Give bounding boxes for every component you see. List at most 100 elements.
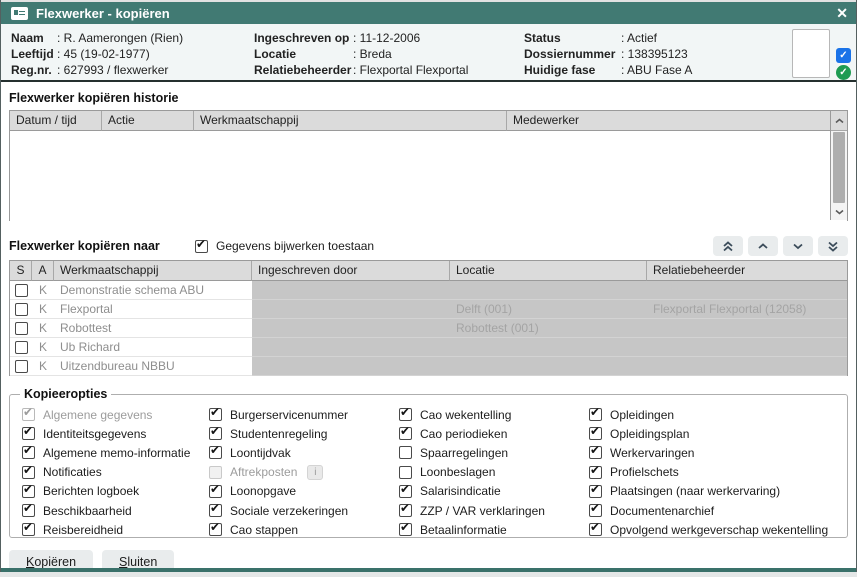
copy-to-toolbar: Flexwerker kopiëren naar Gegevens bijwer…	[9, 235, 848, 257]
row-relatiebeheerder: Flexportal Flexportal (12058)	[647, 300, 847, 319]
row-ingeschreven-door	[252, 357, 450, 376]
copy-to-table-header: S A Werkmaatschappij Ingeschreven door L…	[10, 261, 847, 281]
allow-update-checkbox[interactable]: Gegevens bijwerken toestaan	[195, 239, 374, 253]
option-notificaties[interactable]: Notificaties	[22, 463, 209, 482]
option-loonbeslagen[interactable]: Loonbeslagen	[399, 463, 589, 482]
field-label: Huidige fase	[524, 62, 621, 78]
option-reisbereidheid[interactable]: Reisbereidheid	[22, 520, 209, 539]
info-icon[interactable]: i	[307, 465, 323, 480]
checkbox-box	[22, 427, 35, 440]
option-salarisindicatie[interactable]: Salarisindicatie	[399, 482, 589, 501]
status-icons: ✓ ✓	[836, 48, 851, 80]
options-column-4: Opleidingen Opleidingsplan Werkervaringe…	[589, 405, 847, 539]
copy-options-legend: Kopieeropties	[20, 387, 111, 401]
option-werkervaringen[interactable]: Werkervaringen	[589, 443, 847, 462]
scroll-down-icon[interactable]	[831, 204, 847, 220]
dialog-body: Flexwerker kopiëren historie Datum / tij…	[1, 82, 856, 568]
header-column-3: Status: Actief Dossiernummer: 138395123 …	[524, 30, 692, 78]
option-cao-stappen[interactable]: Cao stappen	[209, 520, 399, 539]
checkbox-box	[209, 408, 222, 421]
option-plaatsingen[interactable]: Plaatsingen (naar werkervaring)	[589, 482, 847, 501]
photo-placeholder	[792, 29, 830, 78]
option-cao-wekentelling[interactable]: Cao wekentelling	[399, 405, 589, 424]
field-value: : Flexportal Flexportal	[353, 63, 468, 77]
option-identiteitsgegevens[interactable]: Identiteitsgegevens	[22, 424, 209, 443]
copy-button[interactable]: Kopiëren	[9, 550, 93, 568]
option-spaarregelingen[interactable]: Spaarregelingen	[399, 443, 589, 462]
option-betaalinformatie[interactable]: Betaalinformatie	[399, 520, 589, 539]
field-value: : Actief	[621, 31, 657, 45]
row-werkmaatschappij: Flexportal	[54, 300, 252, 319]
row-select-checkbox[interactable]	[15, 341, 28, 354]
move-down-button[interactable]	[783, 236, 813, 256]
table-row[interactable]: K Demonstratie schema ABU	[10, 281, 847, 300]
checkbox-box	[399, 427, 412, 440]
option-loonopgave[interactable]: Loonopgave	[209, 482, 399, 501]
checkbox-box	[589, 446, 602, 459]
column-header-locatie: Locatie	[450, 261, 647, 281]
option-aftrekposten[interactable]: Aftrekposteni	[209, 463, 399, 482]
option-beschikbaarheid[interactable]: Beschikbaarheid	[22, 501, 209, 520]
column-header-s: S	[10, 261, 32, 281]
move-up-button[interactable]	[748, 236, 778, 256]
field-value: : 138395123	[621, 47, 688, 61]
option-algemene-gegevens[interactable]: Algemene gegevens	[22, 405, 209, 424]
row-a-flag: K	[32, 338, 54, 357]
checkbox-box	[589, 427, 602, 440]
column-header-medewerker: Medewerker	[507, 111, 847, 131]
close-button[interactable]: Sluiten	[102, 550, 174, 568]
checked-checkbox-icon: ✓	[836, 48, 851, 63]
option-studentenregeling[interactable]: Studentenregeling	[209, 424, 399, 443]
history-scrollbar[interactable]	[830, 111, 847, 220]
field-label: Locatie	[254, 46, 353, 62]
dialog-title: Flexwerker - kopiëren	[36, 6, 836, 21]
option-loontijdvak[interactable]: Loontijdvak	[209, 443, 399, 462]
option-cao-periodieken[interactable]: Cao periodieken	[399, 424, 589, 443]
close-icon[interactable]: ✕	[836, 6, 848, 20]
checkbox-box	[22, 504, 35, 517]
copy-to-table: S A Werkmaatschappij Ingeschreven door L…	[9, 260, 848, 376]
history-table-header: Datum / tijd Actie Werkmaatschappij Mede…	[10, 111, 847, 131]
scrollbar-thumb[interactable]	[833, 132, 845, 203]
option-sociale-verzekeringen[interactable]: Sociale verzekeringen	[209, 501, 399, 520]
field-value: : 45 (19-02-1977)	[57, 47, 150, 61]
checkbox-box	[209, 427, 222, 440]
row-move-buttons	[713, 236, 848, 256]
row-a-flag: K	[32, 357, 54, 376]
row-select-checkbox[interactable]	[15, 303, 28, 316]
column-header-ingeschreven-door: Ingeschreven door	[252, 261, 450, 281]
row-select-checkbox[interactable]	[15, 360, 28, 373]
option-opleidingsplan[interactable]: Opleidingsplan	[589, 424, 847, 443]
scroll-up-icon[interactable]	[831, 111, 847, 131]
option-algemene-memo-informatie[interactable]: Algemene memo-informatie	[22, 443, 209, 462]
option-berichten-logboek[interactable]: Berichten logboek	[22, 482, 209, 501]
person-info-header: Naam: R. Aamerongen (Rien) Leeftijd: 45 …	[1, 24, 856, 82]
history-table: Datum / tijd Actie Werkmaatschappij Mede…	[9, 110, 848, 221]
checkbox-box	[195, 240, 208, 253]
row-relatiebeheerder	[647, 281, 847, 300]
table-row[interactable]: K Ub Richard	[10, 338, 847, 357]
row-a-flag: K	[32, 281, 54, 300]
field-label: Leeftijd	[11, 46, 57, 62]
option-profielschets[interactable]: Profielschets	[589, 463, 847, 482]
move-to-top-button[interactable]	[713, 236, 743, 256]
checkbox-box	[209, 466, 222, 479]
options-column-2: Burgerservicenummer Studentenregeling Lo…	[209, 405, 399, 539]
table-row[interactable]: K Flexportal Delft (001) Flexportal Flex…	[10, 300, 847, 319]
checkbox-box	[589, 504, 602, 517]
move-to-bottom-button[interactable]	[818, 236, 848, 256]
option-zzp-var-verklaringen[interactable]: ZZP / VAR verklaringen	[399, 501, 589, 520]
checkbox-box	[399, 466, 412, 479]
option-burgerservicenummer[interactable]: Burgerservicenummer	[209, 405, 399, 424]
field-label: Relatiebeheerder	[254, 62, 353, 78]
row-select-checkbox[interactable]	[15, 284, 28, 297]
checkbox-box	[589, 485, 602, 498]
row-ingeschreven-door	[252, 319, 450, 338]
option-opleidingen[interactable]: Opleidingen	[589, 405, 847, 424]
table-row[interactable]: K Robottest Robottest (001)	[10, 319, 847, 338]
row-select-checkbox[interactable]	[15, 322, 28, 335]
copy-to-section-title: Flexwerker kopiëren naar	[9, 239, 195, 253]
option-opvolgend-werkgeverschap[interactable]: Opvolgend werkgeverschap wekentelling	[589, 520, 847, 539]
option-documentenarchief[interactable]: Documentenarchief	[589, 501, 847, 520]
table-row[interactable]: K Uitzendbureau NBBU	[10, 357, 847, 376]
